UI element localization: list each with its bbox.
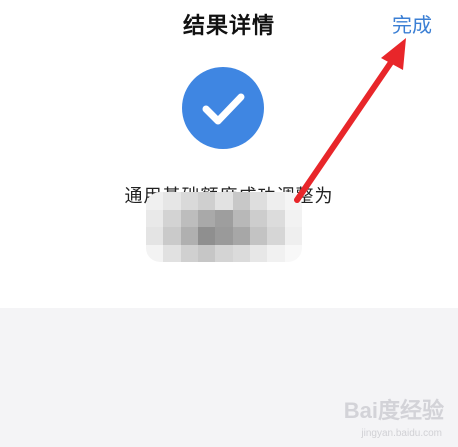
watermark-url: jingyan.baidu.com — [361, 428, 442, 439]
watermark-logo: Bai度经验 — [343, 398, 444, 423]
annotation-arrow — [294, 38, 406, 203]
